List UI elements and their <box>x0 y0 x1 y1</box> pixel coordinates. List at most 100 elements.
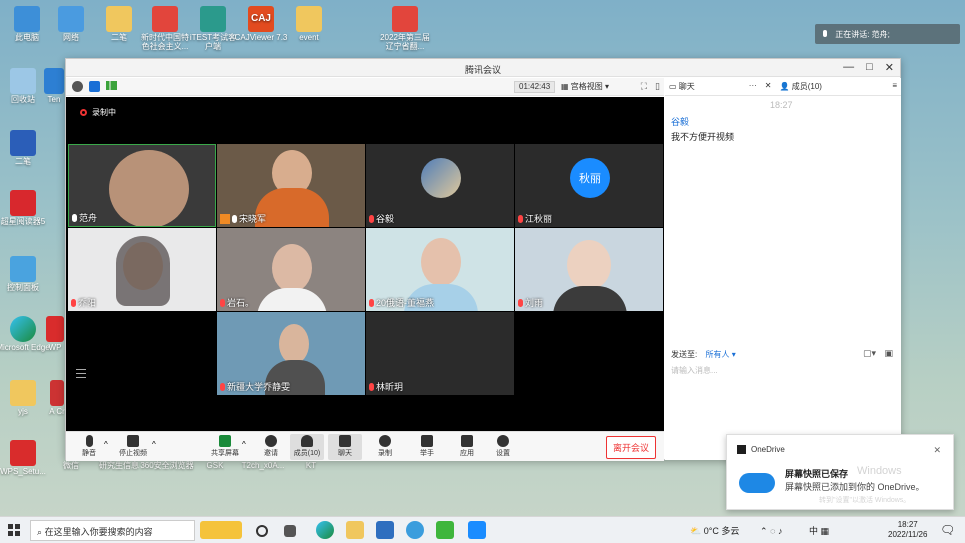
wps-setup-icon <box>10 440 36 466</box>
wechat-icon[interactable] <box>436 521 454 539</box>
close-button[interactable]: ✕ <box>885 61 894 74</box>
info-icon[interactable] <box>72 81 83 92</box>
raise-hand-button[interactable]: 举手 <box>410 434 444 458</box>
video-tile[interactable]: 范舟 <box>68 144 216 227</box>
pdf-icon <box>152 6 178 32</box>
chat-more-icon[interactable]: ··· <box>745 78 761 95</box>
tab-chat[interactable]: ▭ 聊天 <box>665 78 699 95</box>
chat-button[interactable]: 聊天 <box>328 434 362 460</box>
members-menu-icon[interactable]: ≡ <box>888 78 901 95</box>
video-options-chevron-icon[interactable]: ^ <box>152 440 156 449</box>
system-tray-icons[interactable]: ⌃ ◌ ♪ 中 ▦ <box>760 524 829 537</box>
cortana-icon[interactable] <box>256 525 268 537</box>
video-tile[interactable]: 刘雨 <box>515 228 663 311</box>
pen-icon[interactable] <box>200 521 242 539</box>
mic-muted-icon <box>518 214 523 223</box>
word-icon <box>10 130 36 156</box>
camera-icon <box>127 435 139 447</box>
ie-icon[interactable] <box>406 521 424 539</box>
share-screen-icon <box>219 435 231 447</box>
caj-icon: CAJ <box>248 6 274 32</box>
screenshot-icon[interactable]: ▣ <box>884 348 893 358</box>
desktop-icon-wps-setup[interactable]: WPS_Setu... <box>0 440 50 477</box>
chat-input[interactable]: 请输入消息... <box>671 365 718 376</box>
video-tile[interactable]: 谷毅 <box>366 144 514 227</box>
desktop-icon-t2ch[interactable]: T2ch_x0A... <box>236 461 290 471</box>
fullscreen-icon[interactable]: ⛶ <box>641 81 647 92</box>
weather-widget[interactable]: ⛅ 0°C 多云 <box>690 524 739 537</box>
notification-center-icon[interactable]: 🗨 <box>940 523 955 537</box>
desktop-icon-chaoxing[interactable]: 超星阅读器5 <box>0 190 50 227</box>
desktop-icon-wps[interactable]: WP <box>44 316 66 353</box>
edge-icon[interactable] <box>316 521 334 539</box>
desktop-icon-kt[interactable]: KT <box>284 461 338 471</box>
app-icon <box>50 380 64 406</box>
desktop-icon-acr[interactable]: A Cr <box>48 380 66 417</box>
file-icon[interactable]: ▢▾ <box>863 348 876 358</box>
mail-icon[interactable] <box>376 521 394 539</box>
desktop-icon-network[interactable]: 网络 <box>44 6 98 43</box>
weather-icon: ⛅ <box>690 526 702 536</box>
pdf-icon <box>392 6 418 32</box>
video-tile[interactable]: 岩石。 <box>217 228 365 311</box>
mic-muted-icon <box>369 298 374 307</box>
minimize-button[interactable]: — <box>843 61 854 74</box>
desktop-icon-yjsxx[interactable]: 研究生信息 <box>92 461 146 471</box>
search-icon: ⌕ <box>37 527 43 537</box>
invite-button[interactable]: 邀请 <box>254 434 288 458</box>
start-button[interactable] <box>8 524 20 536</box>
mic-muted-icon <box>71 298 76 307</box>
desktop-icon-gsk[interactable]: GSK <box>188 461 242 471</box>
mute-options-chevron-icon[interactable]: ^ <box>104 440 108 449</box>
desktop-icon-360[interactable]: 360安全浏览器 <box>140 461 194 471</box>
title-bar: 腾讯会议 — □ ✕ <box>66 59 900 77</box>
apps-button[interactable]: 应用 <box>450 434 484 458</box>
microphone-icon <box>85 435 93 447</box>
signal-icon[interactable] <box>106 81 117 90</box>
mic-muted-icon <box>369 382 374 391</box>
desktop-icon-erbi-doc[interactable]: 二笔 <box>0 130 50 167</box>
tencent-meeting-icon[interactable] <box>468 521 486 539</box>
desktop-icon-ten[interactable]: Ten <box>42 68 66 105</box>
maximize-button[interactable]: □ <box>866 61 873 74</box>
close-icon[interactable]: ✕ <box>933 445 941 456</box>
onedrive-notification[interactable]: OneDrive ✕ 屏幕快照已保存 屏幕快照已添加到你的 OneDrive。 … <box>726 434 954 510</box>
view-mode-dropdown[interactable]: ▦ 宫格视图 ▾ <box>561 81 609 92</box>
participant-video <box>109 150 189 226</box>
leave-meeting-button[interactable]: 离开会议 <box>605 436 656 459</box>
desktop-icon-edge[interactable]: Microsoft Edge <box>0 316 50 353</box>
members-button[interactable]: 成员(10) <box>290 434 324 460</box>
chat-close-icon[interactable]: ✕ <box>761 78 776 95</box>
file-explorer-icon[interactable] <box>346 521 364 539</box>
desktop-icon-pdf-xinshidai[interactable]: 新时代中国特色社会主义... <box>138 6 192 52</box>
share-options-chevron-icon[interactable]: ^ <box>242 440 246 449</box>
shield-icon[interactable] <box>89 81 100 92</box>
mute-button[interactable]: 静音 <box>72 434 106 458</box>
desktop-icon-event[interactable]: event <box>282 6 336 43</box>
video-tile[interactable]: 林昕玥 <box>366 312 514 395</box>
desktop-icon-cajviewer[interactable]: CAJ CAJViewer 7.3 <box>234 6 288 43</box>
tab-members[interactable]: 👤 成员(10) <box>776 78 826 95</box>
video-tile[interactable]: 宋晓军 <box>217 144 365 227</box>
video-tile[interactable]: 秋丽 江秋丽 <box>515 144 663 227</box>
system-clock[interactable]: 18:27 2022/11/26 <box>888 520 927 540</box>
desktop-icon-control-panel[interactable]: 控制面板 <box>0 256 50 293</box>
send-to-selector[interactable]: 发送至: 所有人 ▾ <box>671 349 736 360</box>
list-icon[interactable] <box>76 369 86 381</box>
speaker-icon: ♪ <box>777 526 783 536</box>
sidebar-toggle-icon[interactable]: ▯ <box>655 81 660 92</box>
video-tile[interactable]: 20俄语-董福燕 <box>366 228 514 311</box>
share-screen-button[interactable]: 共享屏幕 <box>208 434 242 458</box>
stop-video-button[interactable]: 停止视频 <box>116 434 150 458</box>
desktop-icon-pdf-2022[interactable]: 2022年第三届辽宁省翻... <box>378 6 432 52</box>
desktop-icon-yjs[interactable]: yjs <box>0 380 50 417</box>
taskbar-search-input[interactable]: ⌕ 在这里输入你要搜索的内容 <box>30 520 195 541</box>
task-view-icon[interactable] <box>284 525 296 537</box>
settings-button[interactable]: 设置 <box>486 434 520 458</box>
desktop-icon-itest[interactable]: iTEST考试客户端 <box>186 6 240 52</box>
video-tile[interactable]: 新疆大学乔静雯 <box>217 312 365 395</box>
participant-video <box>553 286 627 311</box>
video-tile[interactable]: 乔阳 <box>68 228 216 311</box>
desktop-icon-wechat[interactable]: 微信 <box>44 461 98 471</box>
record-button[interactable]: 录制 <box>368 434 402 458</box>
